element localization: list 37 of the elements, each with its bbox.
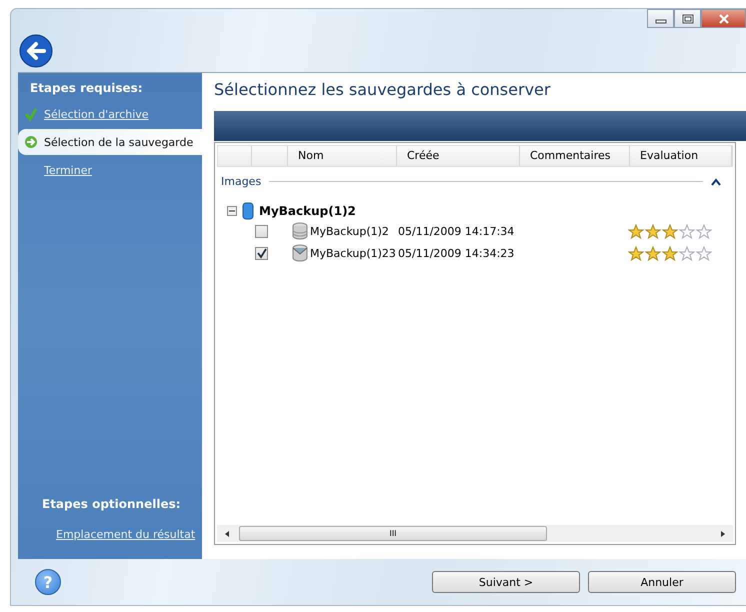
archive-name: MyBackup(1)2: [259, 204, 356, 218]
maximize-button[interactable]: [674, 9, 701, 28]
column-header[interactable]: Evaluation: [630, 146, 732, 166]
column-header[interactable]: Nom: [288, 146, 397, 166]
checkbox[interactable]: [255, 246, 268, 260]
close-button[interactable]: [701, 9, 746, 28]
maximize-icon: [682, 14, 694, 24]
collapse-toggle[interactable]: [227, 206, 237, 216]
column-header[interactable]: Commentaires: [520, 146, 630, 166]
column-header[interactable]: Créée: [397, 146, 520, 166]
database-icon: [292, 222, 308, 240]
close-icon: [718, 14, 730, 24]
section-title: Etapes optionnelles:: [41, 497, 182, 513]
page-title: Sélectionnez les sauvegardes à conserver: [214, 79, 552, 101]
archive-icon: [242, 202, 254, 220]
section-title: Etapes requises:: [29, 81, 144, 97]
wizard-step[interactable]: Sélection d'archive: [18, 101, 202, 127]
table-cell-text: MyBackup(1)23: [310, 246, 397, 260]
checkbox[interactable]: [255, 224, 268, 238]
wizard-step[interactable]: Sélection de la sauvegarde: [18, 129, 202, 155]
dialog-button[interactable]: Annuler: [588, 571, 736, 593]
back-button[interactable]: [19, 34, 53, 68]
scroll-left-icon[interactable]: [223, 530, 231, 538]
checkmark-icon: [24, 107, 38, 121]
collapse-icon[interactable]: [711, 178, 721, 186]
scroll-right-icon[interactable]: [719, 530, 727, 538]
minimize-button[interactable]: [647, 9, 674, 28]
group-label: Images: [221, 175, 262, 188]
table-cell-text: 05/11/2009 14:34:23: [398, 246, 516, 260]
table-cell-text: 05/11/2009 14:17:34: [398, 224, 516, 238]
dialog-button[interactable]: Suivant >: [432, 571, 580, 593]
horizontal-scrollbar[interactable]: III: [217, 525, 733, 542]
wizard-step[interactable]: Emplacement du résultat: [18, 521, 202, 547]
scrollbar-thumb[interactable]: III: [239, 526, 547, 541]
database-icon: [292, 244, 308, 262]
table-cell-text: MyBackup(1)2: [310, 224, 390, 238]
arrow-icon: [24, 135, 38, 149]
